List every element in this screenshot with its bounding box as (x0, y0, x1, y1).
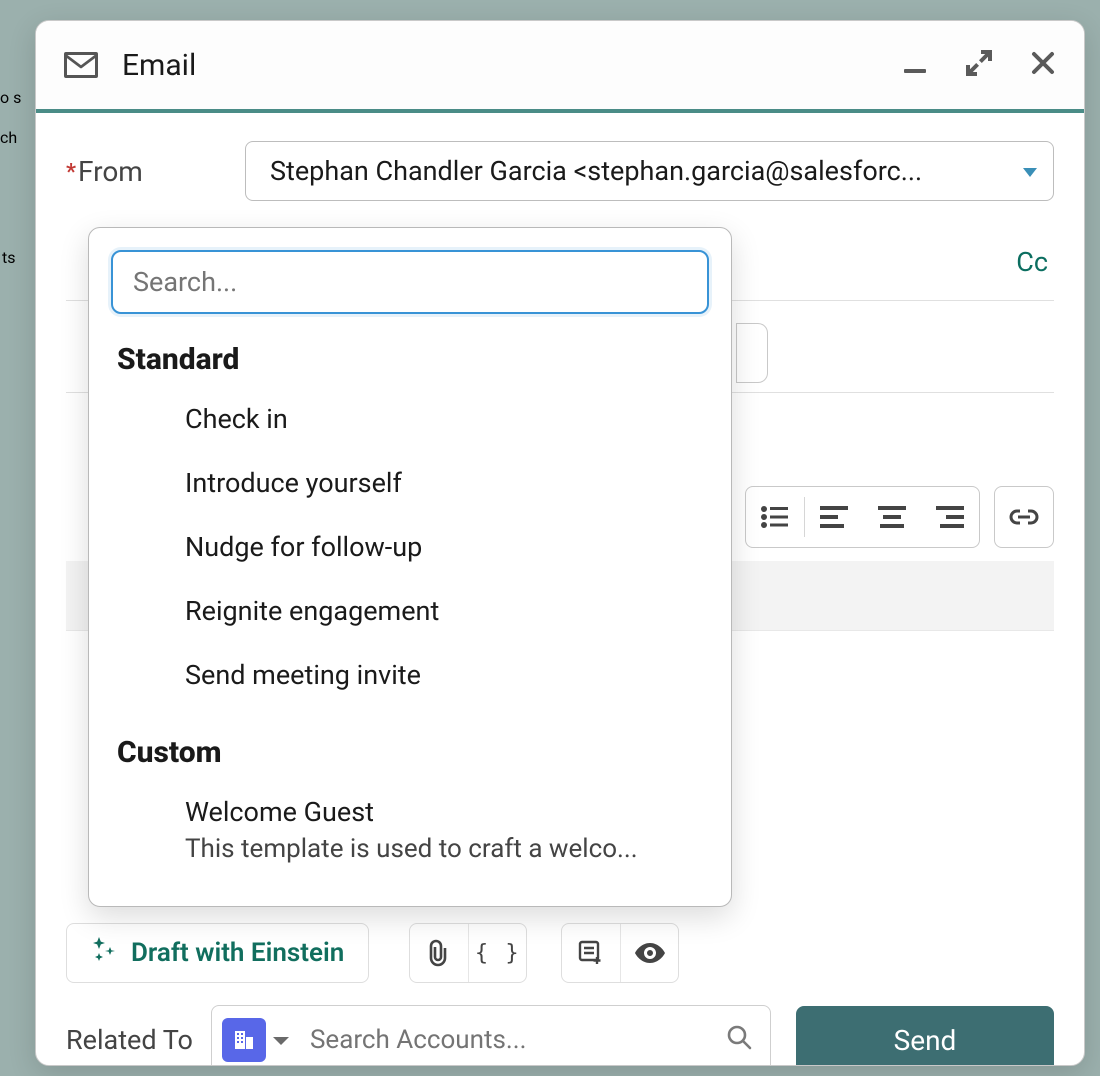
from-label: *From (66, 155, 231, 188)
template-search-input[interactable] (111, 250, 709, 314)
related-to-input[interactable]: Search Accounts... (211, 1005, 771, 1066)
template-section-standard: Standard (117, 342, 703, 377)
list-align-toolbar-group (745, 486, 980, 548)
template-item[interactable]: Introduce yourself (177, 451, 709, 515)
from-select[interactable]: Stephan Chandler Garcia <stephan.garcia@… (245, 141, 1054, 201)
link-toolbar-group (994, 486, 1054, 548)
curly-braces-icon: { } (475, 941, 521, 966)
background-text-fragment: o s (0, 88, 21, 107)
align-right-button[interactable] (921, 487, 979, 547)
insert-template-button[interactable] (562, 924, 620, 982)
align-left-button[interactable] (805, 487, 863, 547)
bulleted-list-button[interactable] (746, 487, 804, 547)
insert-merge-field-button[interactable]: { } (468, 924, 526, 982)
template-item[interactable]: Check in (177, 387, 709, 451)
related-to-label: Related To (66, 1024, 193, 1056)
background-text-fragment: ch (0, 128, 17, 147)
insert-link-button[interactable] (995, 487, 1053, 547)
template-item-label: Welcome Guest (185, 796, 701, 828)
panel-header: Email (36, 21, 1084, 109)
minimize-button[interactable] (902, 50, 928, 80)
cc-button[interactable]: Cc (1010, 242, 1054, 282)
recipient-chip-fragment (736, 323, 768, 383)
chevron-down-icon[interactable] (272, 1025, 290, 1055)
template-item[interactable]: Reignite engagement (177, 579, 709, 643)
draft-with-einstein-button[interactable]: Draft with Einstein (66, 923, 369, 983)
preview-button[interactable] (620, 924, 678, 982)
template-section-custom: Custom (117, 735, 703, 770)
template-item[interactable]: Send meeting invite (177, 643, 709, 707)
email-composer-panel: Email *From Stephan Chandler Garcia <ste… (35, 20, 1085, 1066)
from-value: Stephan Chandler Garcia <stephan.garcia@… (270, 155, 922, 187)
sparkle-icon (91, 937, 117, 970)
template-item-description: This template is used to craft a welco..… (185, 834, 701, 864)
align-center-button[interactable] (863, 487, 921, 547)
template-item[interactable]: Nudge for follow-up (177, 515, 709, 579)
send-button[interactable]: Send (796, 1006, 1054, 1066)
related-to-placeholder: Search Accounts... (310, 1025, 527, 1055)
template-item[interactable]: Welcome Guest This template is used to c… (177, 780, 709, 880)
panel-title: Email (122, 48, 902, 83)
background-text-fragment: ts (2, 248, 16, 267)
search-icon (726, 1024, 752, 1057)
envelope-icon (64, 52, 98, 78)
close-button[interactable] (1030, 50, 1056, 80)
expand-button[interactable] (964, 48, 994, 82)
account-entity-icon (222, 1018, 266, 1062)
attach-file-button[interactable] (410, 924, 468, 982)
template-search-popover: Standard Check in Introduce yourself Nud… (88, 227, 732, 907)
